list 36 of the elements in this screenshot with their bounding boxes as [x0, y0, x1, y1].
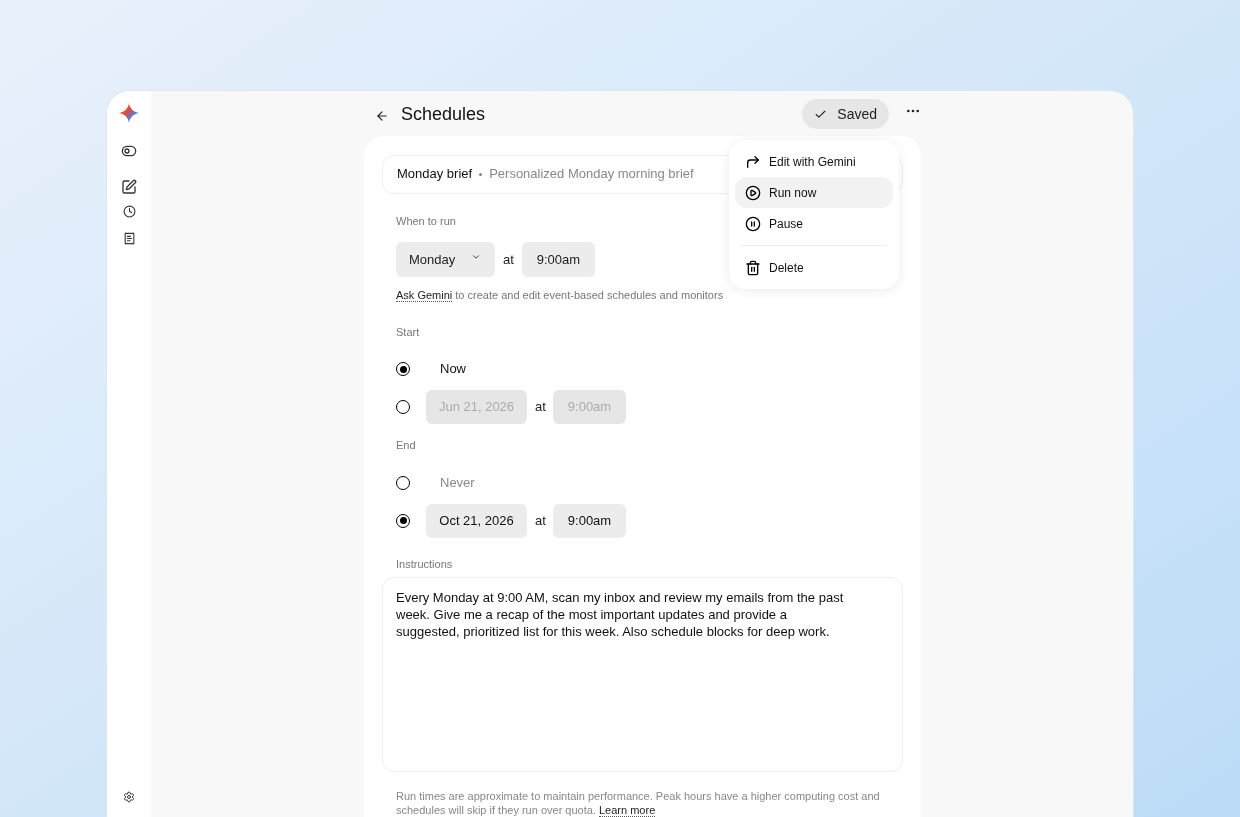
back-icon[interactable] [375, 108, 389, 123]
time-field[interactable]: 9:00am [553, 503, 626, 538]
at-label: at [535, 398, 545, 417]
settings-icon[interactable] [123, 791, 135, 803]
toggle-icon[interactable] [121, 143, 137, 159]
saved-button[interactable]: Saved [802, 99, 889, 130]
menu-item[interactable]: Pause [735, 208, 893, 239]
page-title: Schedules [401, 102, 486, 126]
footer-note: Run times are approximate to maintain performance. Peak hours have a higher computing cost and schedules will skip if they run over quota. Learn more [396, 789, 881, 817]
date-field[interactable]: Oct 21, 2026 [426, 503, 527, 538]
trash-icon [745, 259, 761, 276]
section-label: When to run [396, 213, 456, 229]
time-field[interactable]: 9:00am [521, 242, 595, 277]
edit-icon[interactable] [121, 179, 137, 195]
day-dropdown[interactable]: Monday [396, 242, 495, 277]
option-label: Now [440, 360, 466, 379]
hint-text: Ask Gemini to create and edit event-based schedules and monitors [396, 288, 725, 304]
section-label: Instructions [396, 556, 453, 572]
clock-icon[interactable] [122, 205, 136, 218]
receipt-icon[interactable] [122, 232, 136, 245]
menu-item[interactable]: Delete [735, 252, 893, 283]
play-icon [745, 184, 761, 201]
sparkle-icon [119, 103, 139, 123]
learn-more-link[interactable]: Learn more [599, 804, 656, 817]
corner-icon [745, 153, 761, 170]
section-label: End [396, 438, 416, 453]
at-label: at [535, 511, 545, 530]
option-label: Never [440, 473, 475, 492]
ask-gemini-link[interactable]: Ask Gemini [396, 289, 453, 302]
schedule-name: Monday brief [397, 165, 473, 184]
at-label: at [503, 250, 514, 269]
pause-icon [745, 215, 761, 232]
instructions-field[interactable]: Every Monday at 9:00 AM, scan my inbox and review my emails from the past week. Give me a recap of the most important updates and provide a suggested, prioritized list for this week. Also schedule blocks for deep work. [382, 577, 903, 772]
menu-item[interactable]: Run now [735, 177, 893, 208]
schedule-description: Personalized Monday morning brief [489, 165, 694, 184]
section-label: Start [396, 324, 420, 340]
